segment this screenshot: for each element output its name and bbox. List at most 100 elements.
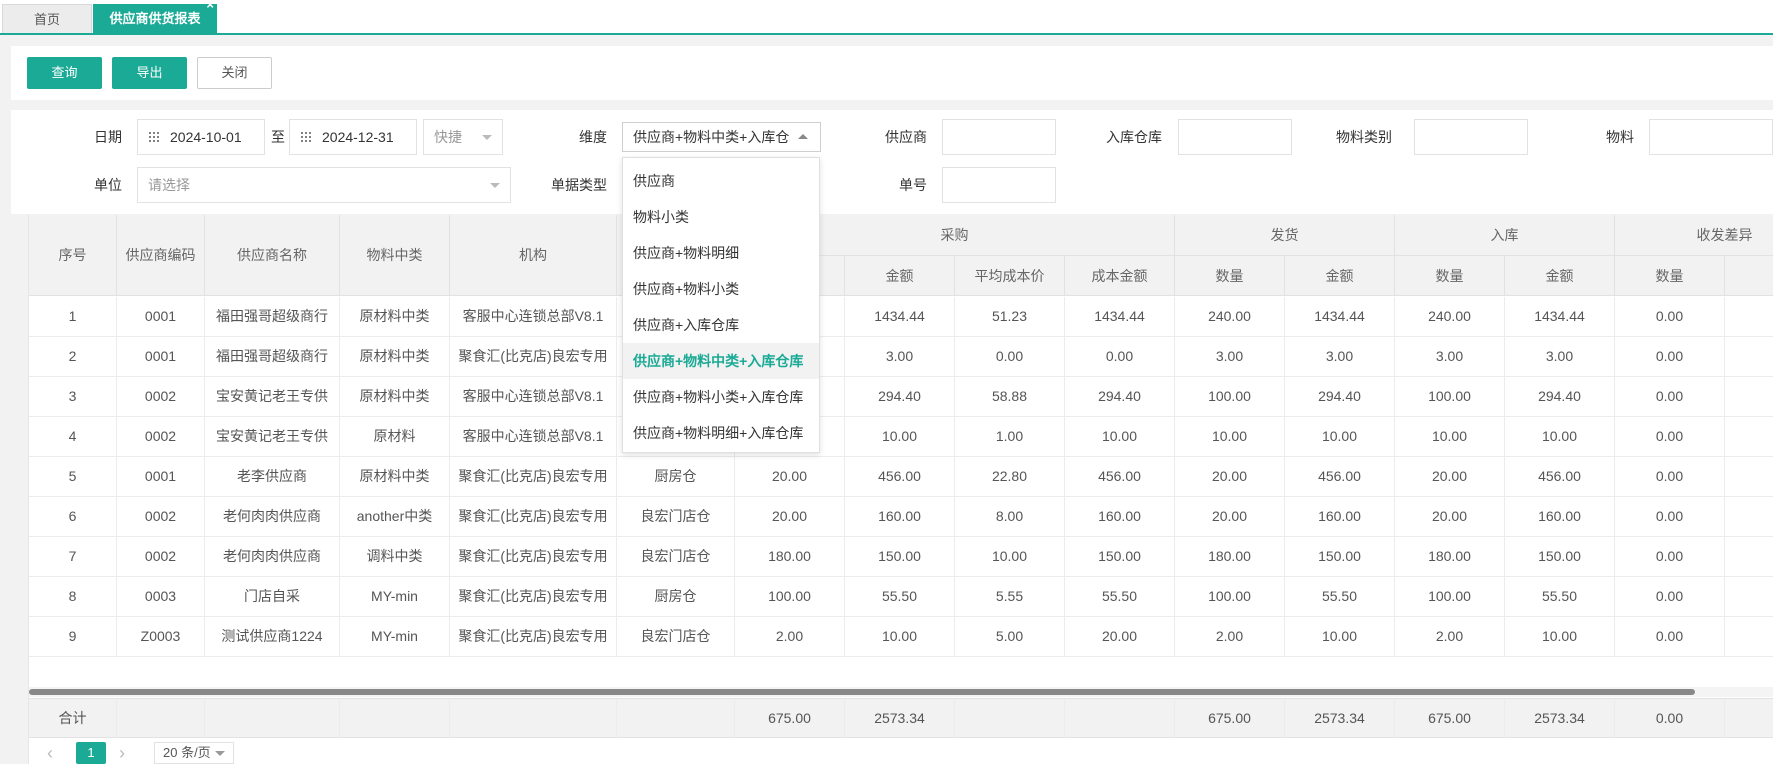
table-cell: 160.00 xyxy=(1505,497,1615,536)
table-cell xyxy=(1725,457,1773,496)
page-size-value: 20 条/页 xyxy=(163,745,211,760)
close-button[interactable]: 关闭 xyxy=(197,57,272,89)
scrollbar-thumb[interactable] xyxy=(29,689,1695,695)
total-cell xyxy=(1065,699,1175,738)
tab-home[interactable]: 首页 xyxy=(2,4,92,33)
table-cell: 180.00 xyxy=(1175,537,1285,576)
prev-page-icon[interactable]: ‹ xyxy=(47,744,53,762)
chevron-down-icon xyxy=(482,135,492,140)
table-cell: 宝安黄记老王专供 xyxy=(205,377,340,416)
calendar-icon xyxy=(300,131,312,143)
header-inbound-qty: 数量 xyxy=(1395,256,1505,296)
category-input[interactable] xyxy=(1414,119,1528,155)
total-cell: 2573.34 xyxy=(1505,699,1615,738)
dimension-dropdown-menu: 供应商 物料小类 供应商+物料明细 供应商+物料小类 供应商+入库仓库 供应商+物料中类+… xyxy=(622,157,820,453)
header-diff-amount xyxy=(1725,256,1773,296)
material-input[interactable] xyxy=(1649,119,1773,155)
total-cell: 0.00 xyxy=(1615,699,1725,738)
table-cell: 51.23 xyxy=(955,297,1065,336)
dimension-option[interactable]: 供应商+物料明细+入库仓库 xyxy=(623,415,819,451)
table-cell: 0.00 xyxy=(1615,617,1725,656)
query-button[interactable]: 查询 xyxy=(27,57,102,89)
table-cell: 100.00 xyxy=(1175,377,1285,416)
table-cell: 150.00 xyxy=(845,537,955,576)
table-cell xyxy=(1725,297,1773,336)
table-row[interactable]: 7 0002 老何肉肉供应商 调料中类 聚食汇(比克店)良宏专用 良宏门店仓 180.00 1… xyxy=(29,537,1773,577)
date-from-value: 2024-10-01 xyxy=(170,129,242,145)
table-cell: 良宏门店仓 xyxy=(617,497,735,536)
next-page-icon[interactable]: › xyxy=(119,744,125,762)
table-cell: 老李供应商 xyxy=(205,457,340,496)
table-cell: 宝安黄记老王专供 xyxy=(205,417,340,456)
table-cell: 160.00 xyxy=(1065,497,1175,536)
page-size-select[interactable]: 20 条/页 xyxy=(154,742,234,764)
table-cell: 良宏门店仓 xyxy=(617,537,735,576)
table-cell: 聚食汇(比克店)良宏专用 xyxy=(450,577,617,616)
table-cell: 良宏门店仓 xyxy=(617,617,735,656)
dimension-select[interactable]: 供应商+物料中类+入库仓 xyxy=(622,122,821,152)
table-cell: 100.00 xyxy=(1175,577,1285,616)
table-row[interactable]: 2 0001 福田强哥超级商行 原材料中类 聚食汇(比克店)良宏专用 3.00 0.00 0.… xyxy=(29,337,1773,377)
table-cell: 1434.44 xyxy=(1505,297,1615,336)
total-cell: 2573.34 xyxy=(845,699,955,738)
table-row[interactable]: 9 Z0003 测试供应商1224 MY-min 聚食汇(比克店)良宏专用 良宏门店仓 2.… xyxy=(29,617,1773,657)
table-cell: 0001 xyxy=(117,337,205,376)
table-cell: 9 xyxy=(29,617,117,656)
date-to-input[interactable]: 2024-12-31 xyxy=(289,119,417,155)
table-cell: 3 xyxy=(29,377,117,416)
dimension-option[interactable]: 物料小类 xyxy=(623,199,819,235)
tab-supplier-report[interactable]: 供应商供货报表 × xyxy=(93,0,217,33)
table-row[interactable]: 1 0001 福田强哥超级商行 原材料中类 客服中心连锁总部V8.1 1434.44 51.… xyxy=(29,297,1773,337)
table-cell: 294.40 xyxy=(1065,377,1175,416)
supplier-input[interactable] xyxy=(942,119,1056,155)
table-cell: 10.00 xyxy=(1505,617,1615,656)
dimension-option[interactable]: 供应商+物料中类+入库仓库 xyxy=(623,343,819,379)
table-cell: 55.50 xyxy=(1065,577,1175,616)
table-row[interactable]: 8 0003 门店自采 MY-min 聚食汇(比克店)良宏专用 厨房仓 100.00 55.5… xyxy=(29,577,1773,617)
table-cell: 0.00 xyxy=(1615,537,1725,576)
dimension-option[interactable]: 供应商+物料小类+入库仓库 xyxy=(623,379,819,415)
doc-no-input[interactable] xyxy=(942,167,1056,203)
header-purchase-amount: 金额 xyxy=(845,256,955,296)
table-cell: 55.50 xyxy=(1505,577,1615,616)
date-from-input[interactable]: 2024-10-01 xyxy=(137,119,265,155)
total-cell xyxy=(617,699,735,738)
quick-select[interactable]: 快捷 xyxy=(423,119,503,155)
table-cell: 聚食汇(比克店)良宏专用 xyxy=(450,457,617,496)
dimension-option[interactable]: 供应商+物料小类 xyxy=(623,271,819,307)
table-cell: 1434.44 xyxy=(1285,297,1395,336)
unit-select[interactable]: 请选择 xyxy=(137,167,511,203)
current-page[interactable]: 1 xyxy=(76,742,106,764)
table-cell: 6 xyxy=(29,497,117,536)
close-icon[interactable]: × xyxy=(206,0,214,15)
header-org: 机构 xyxy=(450,215,617,296)
dimension-option[interactable]: 供应商+入库仓库 xyxy=(623,307,819,343)
date-to-value: 2024-12-31 xyxy=(322,129,394,145)
total-cell: 675.00 xyxy=(1175,699,1285,738)
table-cell: 456.00 xyxy=(1065,457,1175,496)
dimension-option[interactable]: 供应商+物料明细 xyxy=(623,235,819,271)
table-cell: 0.00 xyxy=(1615,577,1725,616)
header-group-shipment: 发货 xyxy=(1175,215,1395,256)
chevron-up-icon xyxy=(798,134,808,139)
header-mid-category: 物料中类 xyxy=(340,215,450,296)
table-cell: 0.00 xyxy=(955,337,1065,376)
horizontal-scrollbar[interactable] xyxy=(29,687,1773,697)
toolbar: 查询 导出 关闭 xyxy=(11,46,1773,100)
table-cell: 0002 xyxy=(117,377,205,416)
table-cell xyxy=(1725,497,1773,536)
warehouse-input[interactable] xyxy=(1178,119,1292,155)
export-button[interactable]: 导出 xyxy=(112,57,187,89)
table-row[interactable]: 3 0002 宝安黄记老王专供 原材料中类 客服中心连锁总部V8.1 294.40 58.8… xyxy=(29,377,1773,417)
header-group-inbound: 入库 xyxy=(1395,215,1615,256)
table-row[interactable]: 4 0002 宝安黄记老王专供 原材料 客服中心连锁总部V8.1 10.00 1.00 10.… xyxy=(29,417,1773,457)
table-row[interactable]: 5 0001 老李供应商 原材料中类 聚食汇(比克店)良宏专用 厨房仓 20.00 456.0… xyxy=(29,457,1773,497)
table-cell: 180.00 xyxy=(1395,537,1505,576)
dimension-option[interactable]: 供应商 xyxy=(623,163,819,199)
total-cell: 合计 xyxy=(29,699,117,738)
table-cell: 0001 xyxy=(117,457,205,496)
table-cell: MY-min xyxy=(340,577,450,616)
tab-label: 供应商供货报表 xyxy=(109,11,201,26)
header-shipment-amount: 金额 xyxy=(1285,256,1395,296)
table-row[interactable]: 6 0002 老何肉肉供应商 another中类 聚食汇(比克店)良宏专用 良宏门店仓 20… xyxy=(29,497,1773,537)
